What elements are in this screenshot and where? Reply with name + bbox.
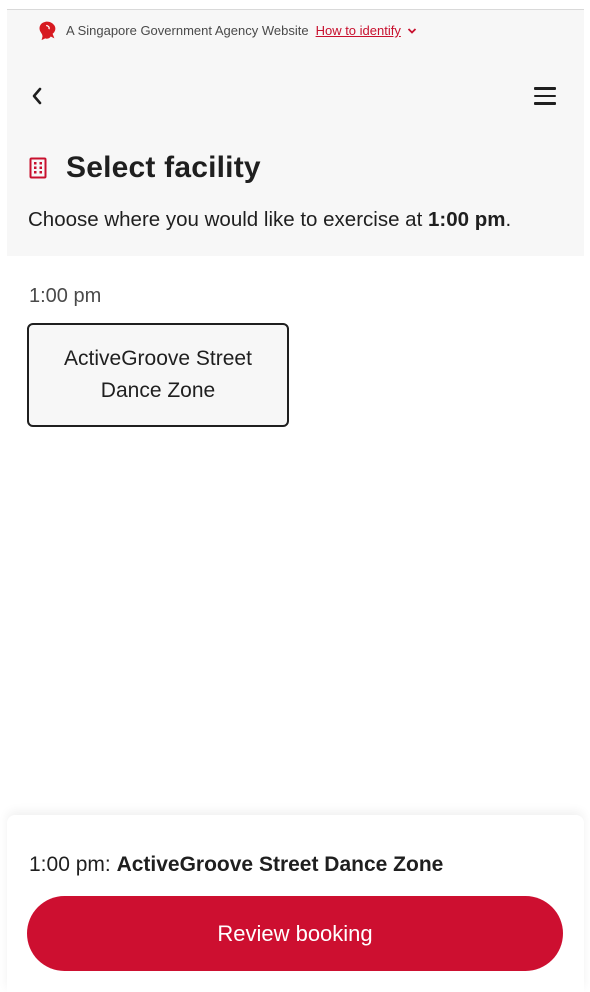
booking-summary-bar: 1:00 pm: ActiveGroove Street Dance Zone … xyxy=(7,815,584,992)
summary-facility: ActiveGroove Street Dance Zone xyxy=(116,853,444,876)
facility-option-name: ActiveGroove Street Dance Zone xyxy=(64,347,252,402)
summary-time: 1:00 pm: xyxy=(29,853,111,876)
hamburger-menu-button[interactable] xyxy=(534,83,560,109)
hamburger-line xyxy=(534,94,556,98)
booking-summary: 1:00 pm: ActiveGroove Street Dance Zone xyxy=(29,853,443,877)
nav-bar xyxy=(7,51,584,141)
back-button[interactable] xyxy=(24,81,50,111)
app-frame: A Singapore Government Agency Website Ho… xyxy=(7,0,584,992)
subtitle-suffix: . xyxy=(505,208,512,231)
building-icon xyxy=(29,157,47,179)
hamburger-line xyxy=(534,87,556,90)
page-title: Select facility xyxy=(66,151,261,184)
hamburger-line xyxy=(534,102,556,105)
chevron-left-icon xyxy=(32,87,42,105)
subtitle-prefix: Choose where you would like to exercise … xyxy=(28,208,423,231)
facility-option-card[interactable]: ActiveGroove Street Dance Zone xyxy=(27,323,289,427)
title-row: Select facility xyxy=(29,151,261,185)
page-header: Select facility Choose where you would l… xyxy=(7,51,584,256)
review-booking-button[interactable]: Review booking xyxy=(27,896,563,971)
page-subtitle: Choose where you would like to exercise … xyxy=(28,208,511,232)
singapore-lion-icon xyxy=(39,21,56,40)
masthead-text: A Singapore Government Agency Website xyxy=(66,23,309,38)
subtitle-time: 1:00 pm xyxy=(427,208,506,231)
how-to-identify-link[interactable]: How to identify xyxy=(316,23,417,38)
chevron-down-icon xyxy=(407,27,416,34)
slot-time-label: 1:00 pm xyxy=(29,285,102,307)
how-to-identify-label: How to identify xyxy=(315,23,401,38)
gov-masthead: A Singapore Government Agency Website Ho… xyxy=(7,9,584,51)
